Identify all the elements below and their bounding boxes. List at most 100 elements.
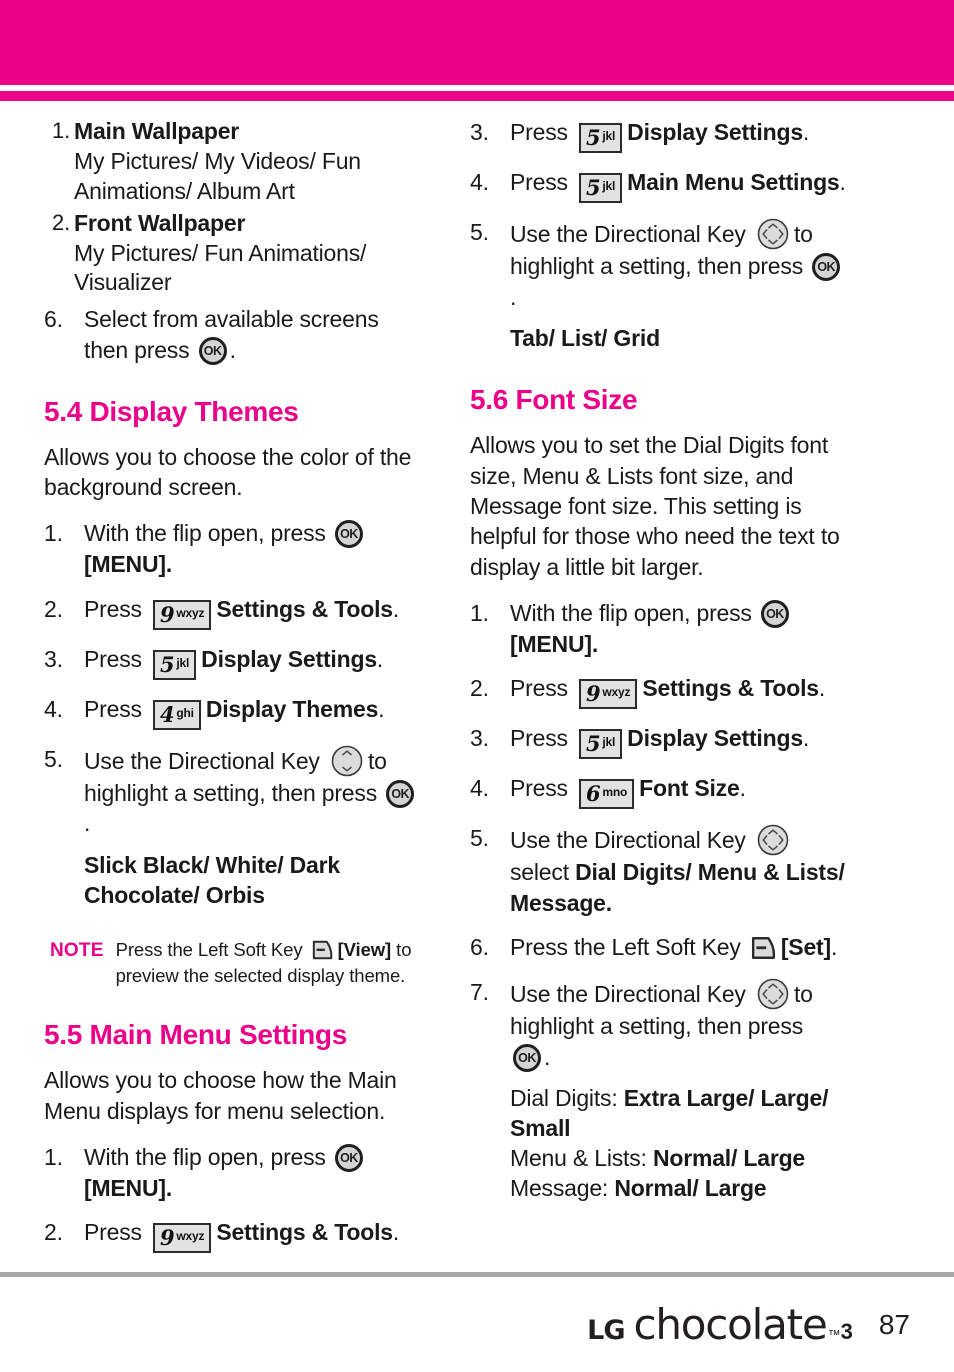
step-number: 1.	[470, 600, 489, 627]
step-text-bold: Display Settings	[201, 645, 377, 672]
ok-key-icon	[334, 520, 363, 549]
section-intro-5-5: Allows you to choose how the Main Menu d…	[44, 1067, 397, 1124]
key-letters: jkl	[176, 655, 190, 670]
step-text-mid: select	[510, 859, 569, 886]
substep-detail: My Pictures/ Fun Animations/ Visualizer	[74, 239, 367, 296]
step-period: .	[392, 1219, 400, 1246]
result-label: Message:	[510, 1174, 609, 1201]
key-digit: 5	[586, 731, 601, 757]
step-text: Use the Directional Key	[84, 747, 320, 774]
two-column-layout: 1. Main Wallpaper My Pictures/ My Videos…	[44, 117, 910, 1267]
section-intro-5-6: Allows you to set the Dial Digits font s…	[470, 432, 840, 580]
note-bold: [View]	[337, 938, 392, 960]
page-body: 1. Main Wallpaper My Pictures/ My Videos…	[0, 101, 954, 1272]
ok-key-icon	[812, 253, 841, 281]
ok-key-icon	[386, 779, 415, 808]
step-text: Press	[510, 675, 568, 702]
note-body: Press the Left Soft Key [View] to previe…	[116, 937, 422, 990]
list-item: 2. Press 9 wxyz Settings & Tools.	[44, 1217, 422, 1254]
result-value: Normal/ Large	[614, 1174, 767, 1201]
list-item: 3. Press 5 jkl Display Settings.	[470, 117, 848, 153]
directional-key-updown-icon	[330, 744, 364, 778]
section-title-5-5: 5.5 Main Menu Settings	[44, 1019, 347, 1051]
step-text: With the flip open, press	[84, 520, 326, 547]
key-digit: 4	[160, 701, 175, 727]
step-period: .	[510, 283, 517, 310]
key-letters: jkl	[602, 179, 616, 193]
page-number: 87	[878, 1308, 910, 1340]
key-digit: 5	[160, 651, 175, 677]
step-number: 3.	[470, 725, 489, 752]
step-period: .	[378, 695, 385, 722]
list-item: 7. Use the Directional Key to highlight a…	[470, 977, 848, 1072]
step-period: .	[839, 169, 846, 195]
step-number: 2.	[470, 675, 489, 702]
ok-key-icon	[334, 1143, 363, 1172]
step-text-bold: Display Themes	[205, 695, 379, 722]
key-digit: 9	[160, 1225, 175, 1251]
page-footer: LG chocolate ™ 3 87	[0, 1277, 954, 1372]
list-item: 5. Use the Directional Key to highlight a…	[470, 217, 848, 312]
step-text: Press	[510, 725, 568, 752]
step-text-bold: [MENU].	[84, 550, 173, 577]
substep-detail: My Pictures/ My Videos/ Fun Animations/ …	[74, 147, 361, 204]
step-text: Use the Directional Key	[510, 980, 746, 1007]
step-text: Press	[510, 169, 568, 195]
step-period: .	[739, 775, 746, 802]
note-block: NOTE Press the Left Soft Key [View] to p…	[50, 937, 422, 990]
step-text: Press	[510, 775, 568, 802]
list-item: 1. Main Wallpaper My Pictures/ My Videos…	[44, 117, 422, 207]
key-letters: jkl	[602, 735, 616, 750]
chocolate-wordmark: chocolate	[633, 1300, 827, 1349]
lg-chocolate-logo: LG chocolate ™ 3	[587, 1300, 853, 1349]
result-row: Message: Normal/ Large	[510, 1174, 848, 1204]
keypad-key-9-icon: 9 wxyz	[153, 599, 212, 630]
list-item: 4. Press 4 ghi Display Themes.	[44, 694, 422, 730]
step-text-bold: Settings & Tools	[216, 595, 393, 622]
left-soft-key-icon	[751, 935, 777, 961]
list-item: 5. Use the Directional Key select Dial Di…	[470, 823, 848, 918]
list-item: 5. Use the Directional Key to highlight a…	[44, 744, 422, 839]
substep-number: 1.	[52, 118, 70, 143]
step-number: 2.	[44, 595, 63, 622]
step-number: 3.	[470, 119, 489, 145]
key-letters: jkl	[602, 129, 616, 143]
key-digit: 6	[586, 781, 601, 807]
left-soft-key-icon	[312, 939, 334, 961]
result-value: Normal/ Large	[652, 1144, 806, 1171]
keypad-key-5-icon: 5 jkl	[579, 729, 623, 760]
key-letters: mno	[602, 785, 628, 800]
section-title-5-4: 5.4 Display Themes	[44, 395, 299, 427]
directional-key-4way-icon	[756, 977, 790, 1011]
step-number: 6.	[470, 934, 489, 961]
list-item: 2. Front Wallpaper My Pictures/ Fun Anim…	[44, 209, 422, 299]
header-band	[0, 0, 954, 85]
step-text: Press	[84, 1219, 142, 1246]
step-text: With the flip open, press	[510, 600, 752, 627]
section-title-5-6: 5.6 Font Size	[470, 384, 638, 416]
step-list-5-6: 1. With the flip open, press [MENU]. 2. Pr…	[470, 598, 848, 1072]
directional-key-4way-icon	[756, 823, 790, 857]
step-number: 5.	[44, 745, 63, 772]
ok-key-icon	[513, 1043, 541, 1072]
keypad-key-5-icon: 5 jkl	[153, 649, 197, 680]
step-text-bold: [Set]	[780, 934, 831, 961]
model-version: 3	[840, 1319, 853, 1344]
key-letters: ghi	[176, 705, 194, 720]
step-text: With the flip open, press	[84, 1143, 326, 1170]
key-digit: 9	[586, 681, 601, 707]
step-text: Use the Directional Key	[510, 827, 746, 854]
list-item: 2. Press 9 wxyz Settings & Tools.	[470, 673, 848, 710]
step-number: 5.	[470, 825, 489, 852]
step-period: .	[392, 595, 400, 622]
step-period: .	[830, 934, 838, 961]
key-digit: 5	[586, 175, 601, 200]
keypad-key-9-icon: 9 wxyz	[579, 679, 638, 710]
results-5-6: Dial Digits: Extra Large/ Large/ Small M…	[510, 1084, 848, 1204]
note-label: NOTE	[50, 939, 104, 961]
ok-key-icon	[760, 600, 789, 629]
step-number: 2.	[44, 1219, 63, 1246]
key-letters: wxyz	[176, 605, 205, 620]
step-period: .	[802, 119, 810, 145]
step-period: .	[544, 1043, 551, 1070]
